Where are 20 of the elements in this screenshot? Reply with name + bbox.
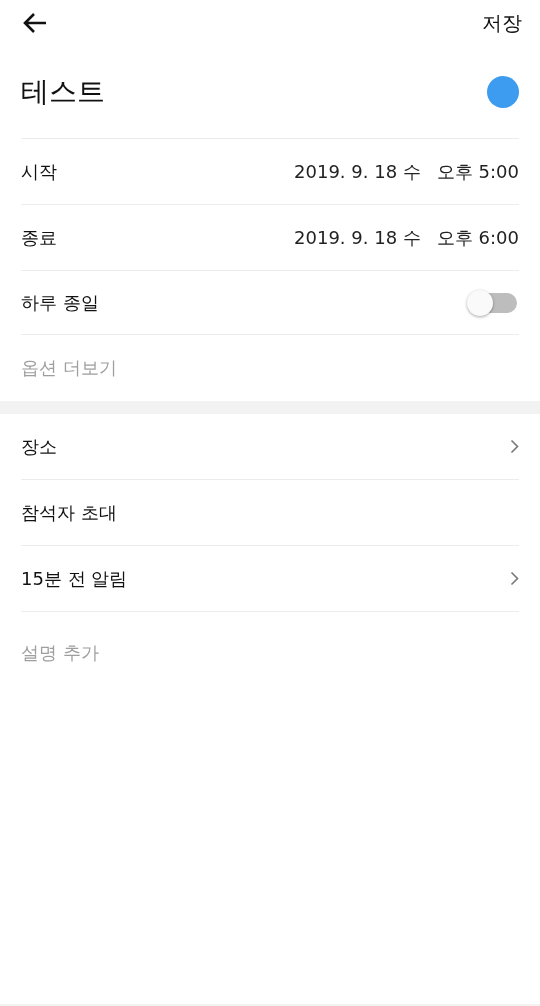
time-row[interactable]: 시작 2019. 9. 18 수 오후 5:00: [21, 139, 519, 205]
color-dot[interactable]: [487, 76, 519, 108]
event-title[interactable]: 테스트: [21, 73, 105, 111]
time-row[interactable]: 종료 2019. 9. 18 수 오후 6:00: [21, 205, 519, 271]
chevron-right-icon: [510, 571, 519, 586]
date-value[interactable]: 2019. 9. 18 수: [294, 225, 421, 250]
back-button[interactable]: [22, 12, 48, 34]
date-value[interactable]: 2019. 9. 18 수: [294, 159, 421, 184]
row-label: 하루 종일: [21, 290, 99, 315]
settings-row[interactable]: 참석자 초대: [21, 480, 519, 546]
chevron-right-icon: [510, 439, 519, 454]
settings-row[interactable]: 15분 전 알림: [21, 546, 519, 612]
time-value[interactable]: 오후 6:00: [436, 225, 519, 250]
settings-row[interactable]: 장소: [21, 414, 519, 480]
time-value[interactable]: 오후 5:00: [436, 159, 519, 184]
save-button[interactable]: 저장: [482, 9, 522, 37]
description-field[interactable]: 설명 추가: [21, 641, 321, 663]
row-label: 종료: [21, 225, 57, 250]
back-arrow-icon: [22, 12, 48, 34]
row-label: 시작: [21, 159, 57, 184]
